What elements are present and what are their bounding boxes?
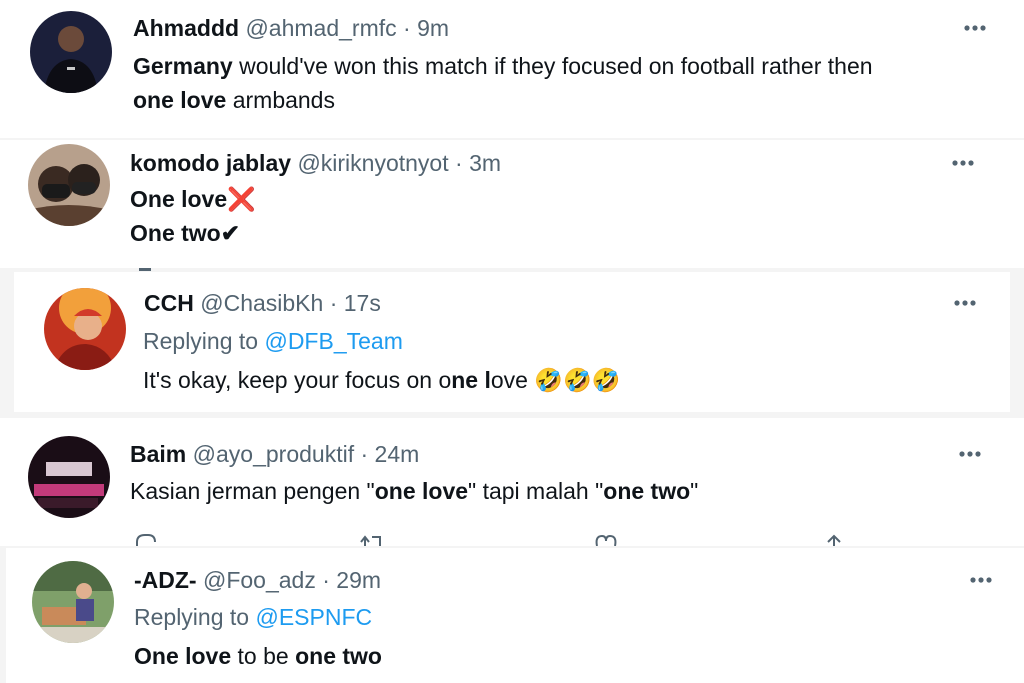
replying-handle-link[interactable]: @DFB_Team (264, 328, 402, 354)
like-icon[interactable] (594, 532, 618, 546)
display-name[interactable]: Ahmaddd (133, 15, 239, 41)
user-handle[interactable]: @kiriknyotnyot (297, 150, 448, 176)
text-segment: It's okay, keep your focus on o (143, 367, 452, 393)
text-segment: Kasian jerman pengen " (130, 478, 375, 504)
text-segment-bold: One love (134, 643, 232, 669)
text-segment: " (690, 478, 699, 504)
avatar[interactable] (32, 561, 114, 643)
text-segment: ove (490, 367, 535, 393)
text-segment: would've won this match if they focused … (232, 53, 873, 79)
tweet-card-cch[interactable]: CCH @ChasibKh · 17s Replying to @DFB_Tea… (14, 272, 1010, 412)
timestamp[interactable]: 3m (469, 150, 501, 176)
separator: · (322, 567, 330, 593)
text-segment: " tapi malah " (468, 478, 604, 504)
text-segment-bold: One love (130, 186, 228, 212)
replying-to: Replying to @ESPNFC (134, 602, 372, 632)
user-handle[interactable]: @Foo_adz (203, 567, 316, 593)
text-segment-bold: One two (130, 220, 221, 246)
more-options-icon[interactable] (948, 293, 982, 313)
avatar[interactable] (28, 144, 110, 226)
replying-to: Replying to @DFB_Team (143, 326, 403, 356)
tweet-text-line-1: One love❌ (130, 184, 256, 214)
tweet-text-line-2: One two✔ (130, 218, 240, 248)
replying-prefix: Replying to (143, 328, 265, 354)
timestamp[interactable]: 9m (417, 15, 449, 41)
text-segment: armbands (226, 87, 335, 113)
text-segment-bold: one love (374, 478, 469, 504)
tweet-card-ahmaddd[interactable]: Ahmaddd @ahmad_rmfc · 9m Germany would'v… (0, 0, 1024, 138)
display-name[interactable]: Baim (130, 441, 186, 467)
share-icon[interactable] (822, 532, 846, 546)
timestamp[interactable]: 29m (336, 567, 381, 593)
avatar[interactable] (44, 288, 126, 370)
text-segment-bold: ne l (451, 367, 491, 393)
separator: · (329, 290, 338, 316)
text-segment-bold: one two (603, 478, 691, 504)
tweet-header: -ADZ- @Foo_adz · 29m (134, 565, 381, 595)
separator: · (455, 150, 463, 176)
more-options-icon[interactable] (953, 444, 987, 464)
tweet-header: CCH @ChasibKh · 17s (144, 288, 381, 318)
tweet-card-komodo-jablay[interactable]: komodo jablay @kiriknyotnyot · 3m One lo… (0, 140, 1024, 268)
text-segment-bold: one two (295, 643, 382, 669)
text-segment-bold: Germany (133, 53, 233, 79)
cross-mark-emoji: ❌ (227, 186, 256, 212)
user-handle[interactable]: @ChasibKh (200, 290, 323, 316)
tweet-text-line-1: Germany would've won this match if they … (133, 51, 873, 81)
more-options-icon[interactable] (946, 153, 980, 173)
timestamp[interactable]: 17s (344, 290, 381, 316)
display-name[interactable]: CCH (144, 290, 194, 316)
tweet-header: komodo jablay @kiriknyotnyot · 3m (130, 148, 501, 178)
retweet-icon[interactable] (360, 532, 384, 546)
laughing-emoji: 🤣🤣🤣 (534, 367, 621, 393)
tweet-card-baim[interactable]: Baim @ayo_produktif · 24m Kasian jerman … (0, 418, 1024, 546)
display-name[interactable]: komodo jablay (130, 150, 291, 176)
tweet-header: Baim @ayo_produktif · 24m (130, 439, 419, 469)
tweet-card-adz[interactable]: -ADZ- @Foo_adz · 29m Replying to @ESPNFC… (6, 548, 1024, 683)
more-options-icon[interactable] (964, 570, 998, 590)
tweet-actions-row (0, 528, 1024, 546)
tweet-text-line-1: Kasian jerman pengen "one love" tapi mal… (130, 476, 698, 506)
text-segment: to be (231, 643, 296, 669)
replying-prefix: Replying to (134, 604, 256, 630)
avatar[interactable] (30, 11, 112, 93)
user-handle[interactable]: @ayo_produktif (193, 441, 354, 467)
tweet-header: Ahmaddd @ahmad_rmfc · 9m (133, 13, 449, 43)
separator: · (360, 441, 369, 467)
more-options-icon[interactable] (958, 18, 992, 38)
display-name[interactable]: -ADZ- (134, 567, 197, 593)
tweet-text-line-2: one love armbands (133, 85, 335, 115)
clipped-divider (139, 268, 151, 271)
separator: · (403, 15, 411, 41)
timestamp[interactable]: 24m (375, 441, 420, 467)
text-segment-bold: one love (133, 87, 227, 113)
tweet-text-line-1: It's okay, keep your focus on one love 🤣… (143, 365, 620, 395)
tweet-text-line-1: One love to be one two (134, 641, 382, 671)
check-mark-emoji: ✔ (220, 220, 241, 246)
reply-icon[interactable] (134, 532, 158, 546)
replying-handle-link[interactable]: @ESPNFC (255, 604, 372, 630)
user-handle[interactable]: @ahmad_rmfc (245, 15, 396, 41)
avatar[interactable] (28, 436, 110, 518)
